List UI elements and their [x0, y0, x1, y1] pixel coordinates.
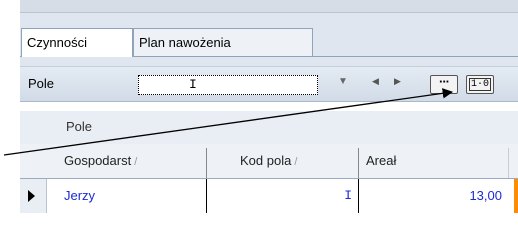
row-indicator [20, 179, 47, 213]
column-header-areal[interactable]: Areał [366, 144, 496, 178]
filter-toolbar: Pole I ▼ ◀ ▶ ··· 1·0 [20, 66, 518, 102]
group-by-row: Pole [20, 111, 518, 146]
header-label: Gospodarst [64, 153, 132, 168]
data-grid: Pole Gospodarst / Kod pola / Areał Jerzy I… [20, 102, 518, 245]
cell-gospodarstwo[interactable]: Jerzy [64, 179, 95, 213]
next-cell-fragment [514, 179, 518, 213]
tab-czynnosci[interactable]: Czynności [21, 28, 133, 57]
tab-plan-nawozenia[interactable]: Plan nawożenia [133, 28, 313, 56]
app-window: Czynności Plan nawożenia Pole I ▼ ◀ ▶ ··… [20, 0, 518, 245]
toggle-io-button[interactable]: 1·0 [466, 75, 494, 94]
table-row[interactable]: Jerzy I 13,00 [20, 179, 518, 213]
current-row-icon [28, 190, 35, 202]
header-label: Kod pola [240, 153, 292, 168]
column-header-gospodarstwo[interactable]: Gospodarst / [64, 144, 204, 178]
sort-icon: / [294, 156, 298, 168]
top-strip [20, 0, 518, 13]
column-divider[interactable] [358, 148, 359, 178]
io-icon: 1·0 [468, 78, 491, 91]
ellipsis-button[interactable]: ··· [430, 75, 458, 94]
sort-icon: / [134, 156, 138, 168]
cell-kod-pola[interactable]: I [206, 179, 352, 213]
cell-divider [358, 179, 359, 213]
group-by-label[interactable]: Pole [66, 119, 92, 134]
column-header-kod-pola[interactable]: Kod pola / [240, 144, 358, 178]
header-label: Areał [366, 153, 397, 168]
chevron-down-icon[interactable]: ▼ [338, 76, 348, 87]
combo-value: I [189, 77, 197, 92]
prev-arrow-icon[interactable]: ◀ [372, 76, 379, 87]
column-header-row: Gospodarst / Kod pola / Areał [20, 144, 518, 179]
field-label: Pole [28, 76, 55, 91]
column-divider[interactable] [508, 148, 509, 178]
next-arrow-icon[interactable]: ▶ [394, 76, 401, 87]
cell-areal[interactable]: 13,00 [366, 179, 502, 213]
field-combo[interactable]: I [138, 75, 318, 95]
column-divider[interactable] [206, 148, 207, 178]
